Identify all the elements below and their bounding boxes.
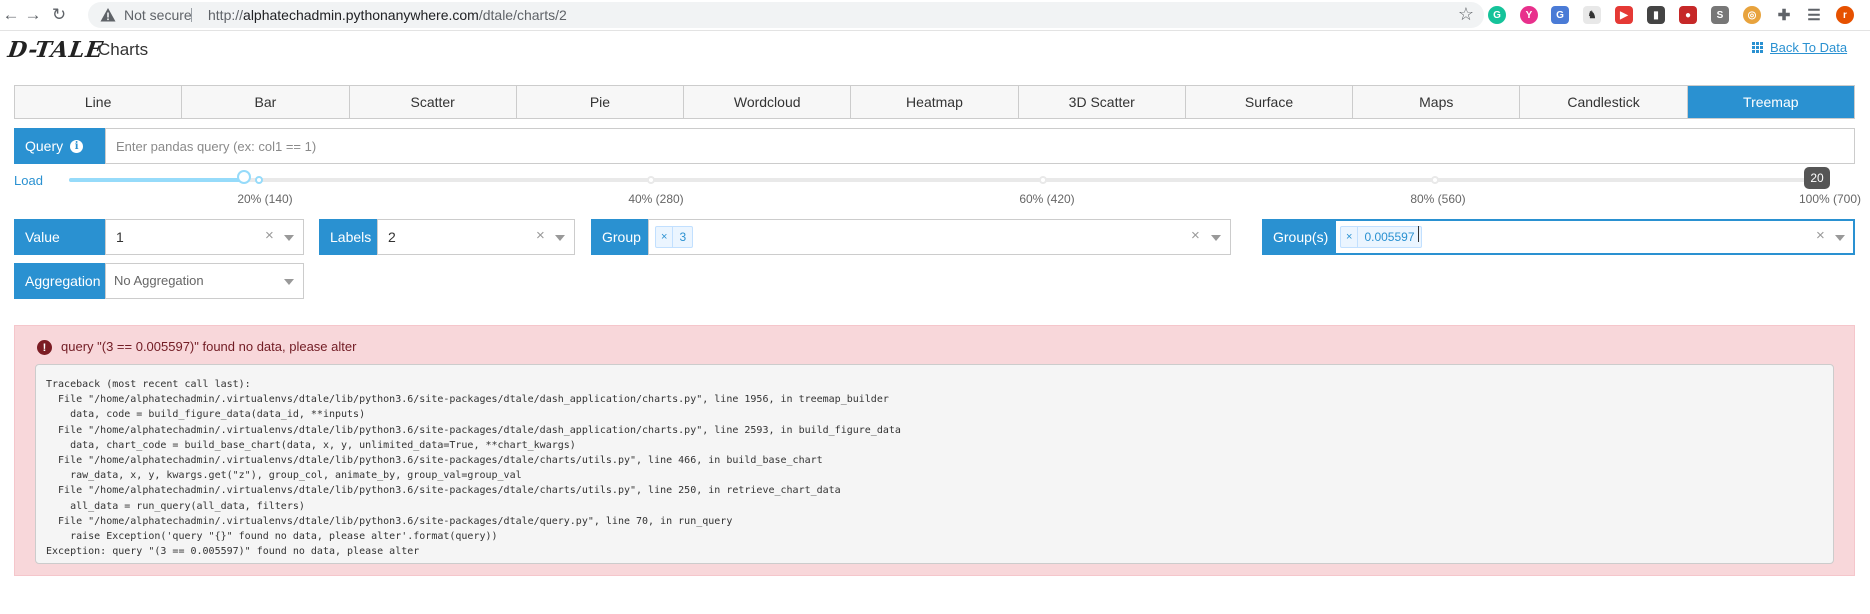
groups-chip-value: 0.005597 [1364, 230, 1415, 244]
clear-icon[interactable]: × [1191, 227, 1200, 244]
load-mark-20: 20% (140) [237, 192, 293, 206]
bookmark-extension-icon[interactable]: ▮ [1647, 6, 1665, 24]
aggregation-label: Aggregation [14, 263, 105, 299]
load-slider-handle[interactable] [236, 170, 251, 184]
load-slider-tooltip: 20 [1804, 167, 1830, 189]
load-mark-60: 60% (420) [1019, 192, 1075, 206]
address-bar[interactable]: Not secure http://alphatechadmin.pythona… [88, 2, 1484, 28]
error-icon: ! [37, 340, 52, 355]
group-select[interactable]: × 3 × [648, 219, 1231, 255]
reload-icon[interactable]: ↻ [48, 4, 70, 26]
url-text[interactable]: http://alphatechadmin.pythonanywhere.com… [208, 7, 567, 23]
forward-arrow-icon[interactable]: → [22, 4, 44, 26]
browser-toolbar: ← → ↻ Not secure http://alphatechadmin.p… [0, 0, 1870, 31]
value-label: Value [14, 219, 105, 255]
clear-icon[interactable]: × [265, 227, 274, 244]
url-separator [191, 8, 192, 22]
traceback-block: Traceback (most recent call last): File … [35, 364, 1834, 564]
load-slider-fill [69, 178, 244, 182]
chevron-down-icon[interactable] [284, 279, 294, 285]
s-extension-icon[interactable]: S [1711, 6, 1729, 24]
tab-candlestick[interactable]: Candlestick [1520, 86, 1688, 118]
groups-select[interactable]: × 0.005597 × [1334, 219, 1855, 255]
labels-label: Labels [319, 219, 377, 255]
dtale-logo: D-TALE [6, 37, 106, 63]
profile-avatar[interactable]: r [1836, 6, 1854, 24]
slider-mark-dot [1039, 176, 1047, 184]
back-to-data-label: Back To Data [1770, 40, 1848, 55]
grammarly-extension-icon[interactable]: G [1488, 6, 1506, 24]
clear-icon[interactable]: × [536, 227, 545, 244]
slider-mark-dot [255, 176, 263, 184]
reading-list-icon[interactable]: ☰ [1805, 6, 1823, 24]
tab-surface[interactable]: Surface [1185, 86, 1354, 118]
group-chip: × 3 [655, 226, 694, 248]
back-arrow-icon[interactable]: ← [0, 4, 22, 26]
aggregation-placeholder: No Aggregation [114, 273, 204, 288]
puzzle-extensions-icon[interactable]: ✚ [1775, 6, 1793, 24]
text-caret [1418, 226, 1419, 242]
aggregation-select[interactable]: No Aggregation [105, 263, 304, 299]
tab-3d-scatter[interactable]: 3D Scatter [1018, 86, 1186, 118]
value-select-value: 1 [116, 229, 124, 245]
translate-extension-icon[interactable]: G [1551, 6, 1569, 24]
page-title: Charts [98, 40, 149, 59]
chevron-down-icon[interactable] [1835, 235, 1845, 241]
chevron-down-icon[interactable] [1211, 235, 1221, 241]
labels-select-value: 2 [388, 229, 396, 245]
labels-select[interactable]: 2 × [377, 219, 575, 255]
pink-extension-icon[interactable]: Y [1520, 6, 1538, 24]
back-to-data-link[interactable]: Back To Data [1752, 40, 1847, 55]
load-label: Load [14, 173, 43, 188]
remove-chip-icon[interactable]: × [656, 227, 674, 247]
load-mark-100: 100% (700) [1798, 192, 1862, 206]
tab-maps[interactable]: Maps [1353, 86, 1521, 118]
query-input[interactable] [105, 128, 1855, 164]
tab-heatmap[interactable]: Heatmap [851, 86, 1019, 118]
value-select[interactable]: 1 × [105, 219, 304, 255]
chart-type-tabs: Line Bar Scatter Pie Wordcloud Heatmap 3… [14, 85, 1855, 119]
query-label-text: Query [25, 138, 64, 154]
info-icon[interactable]: i [70, 139, 84, 153]
chess-extension-icon[interactable]: ♞ [1583, 6, 1601, 24]
groups-chip: × 0.005597 [1340, 226, 1422, 248]
bookmark-star-icon[interactable]: ☆ [1458, 4, 1474, 25]
group-label: Group [591, 219, 648, 255]
query-label: Query i [14, 128, 105, 164]
error-alert: ! query "(3 == 0.005597)" found no data,… [14, 325, 1855, 576]
load-mark-80: 80% (560) [1410, 192, 1466, 206]
tab-pie[interactable]: Pie [516, 86, 685, 118]
load-slider-track[interactable] [69, 178, 1815, 182]
tab-scatter[interactable]: Scatter [349, 86, 517, 118]
chevron-down-icon[interactable] [284, 235, 294, 241]
groups-label: Group(s) [1262, 219, 1334, 255]
remove-chip-icon[interactable]: × [1341, 227, 1359, 247]
chevron-down-icon[interactable] [555, 235, 565, 241]
video-extension-icon[interactable]: ▶ [1615, 6, 1633, 24]
load-mark-40: 40% (280) [628, 192, 684, 206]
tab-line[interactable]: Line [15, 86, 183, 118]
slider-mark-dot [1431, 176, 1439, 184]
group-chip-value: 3 [679, 230, 687, 244]
not-secure-label: Not secure [124, 7, 192, 23]
tab-wordcloud[interactable]: Wordcloud [684, 86, 852, 118]
slider-mark-dot [647, 176, 655, 184]
tab-treemap[interactable]: Treemap [1687, 86, 1854, 118]
grid-icon [1752, 41, 1764, 54]
warning-icon [100, 8, 116, 22]
tab-bar[interactable]: Bar [182, 86, 350, 118]
record-extension-icon[interactable]: ● [1679, 6, 1697, 24]
clear-icon[interactable]: × [1816, 227, 1825, 244]
chrome-extension-icon[interactable]: ◎ [1743, 6, 1761, 24]
error-message: query "(3 == 0.005597)" found no data, p… [61, 339, 357, 354]
